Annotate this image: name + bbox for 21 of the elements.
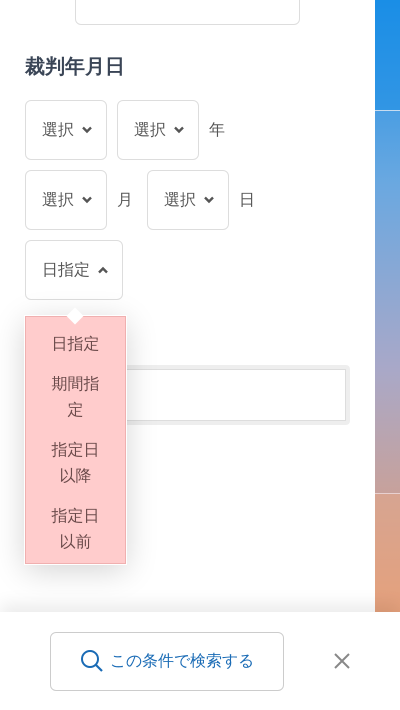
menu-option[interactable]: 指定日以降 <box>50 437 102 489</box>
chevron-up-icon <box>98 266 108 274</box>
close-icon[interactable] <box>334 653 350 669</box>
select-dropdown[interactable]: 選択 <box>117 100 199 160</box>
chevron-down-icon <box>82 126 92 134</box>
mode-dropdown[interactable]: 日指定 <box>25 240 123 300</box>
unit-label: 月 <box>117 190 133 210</box>
chevron-down-icon <box>174 126 184 134</box>
select-dropdown[interactable]: 選択 <box>25 100 107 160</box>
chevron-down-icon <box>204 196 214 204</box>
unit-label: 年 <box>209 120 225 140</box>
menu-option[interactable]: 指定日以前 <box>50 503 102 555</box>
search-button[interactable]: この条件で検索する <box>50 632 284 690</box>
section-title: 裁判年月日 <box>25 53 126 79</box>
menu-option[interactable]: 期間指定 <box>50 371 102 423</box>
unit-label: 日 <box>239 190 255 210</box>
chevron-down-icon <box>82 196 92 204</box>
search-icon <box>80 649 104 673</box>
select-dropdown[interactable]: 選択 <box>147 170 229 230</box>
select-dropdown[interactable]: 選択 <box>25 170 107 230</box>
menu-option[interactable]: 日指定 <box>50 331 102 357</box>
